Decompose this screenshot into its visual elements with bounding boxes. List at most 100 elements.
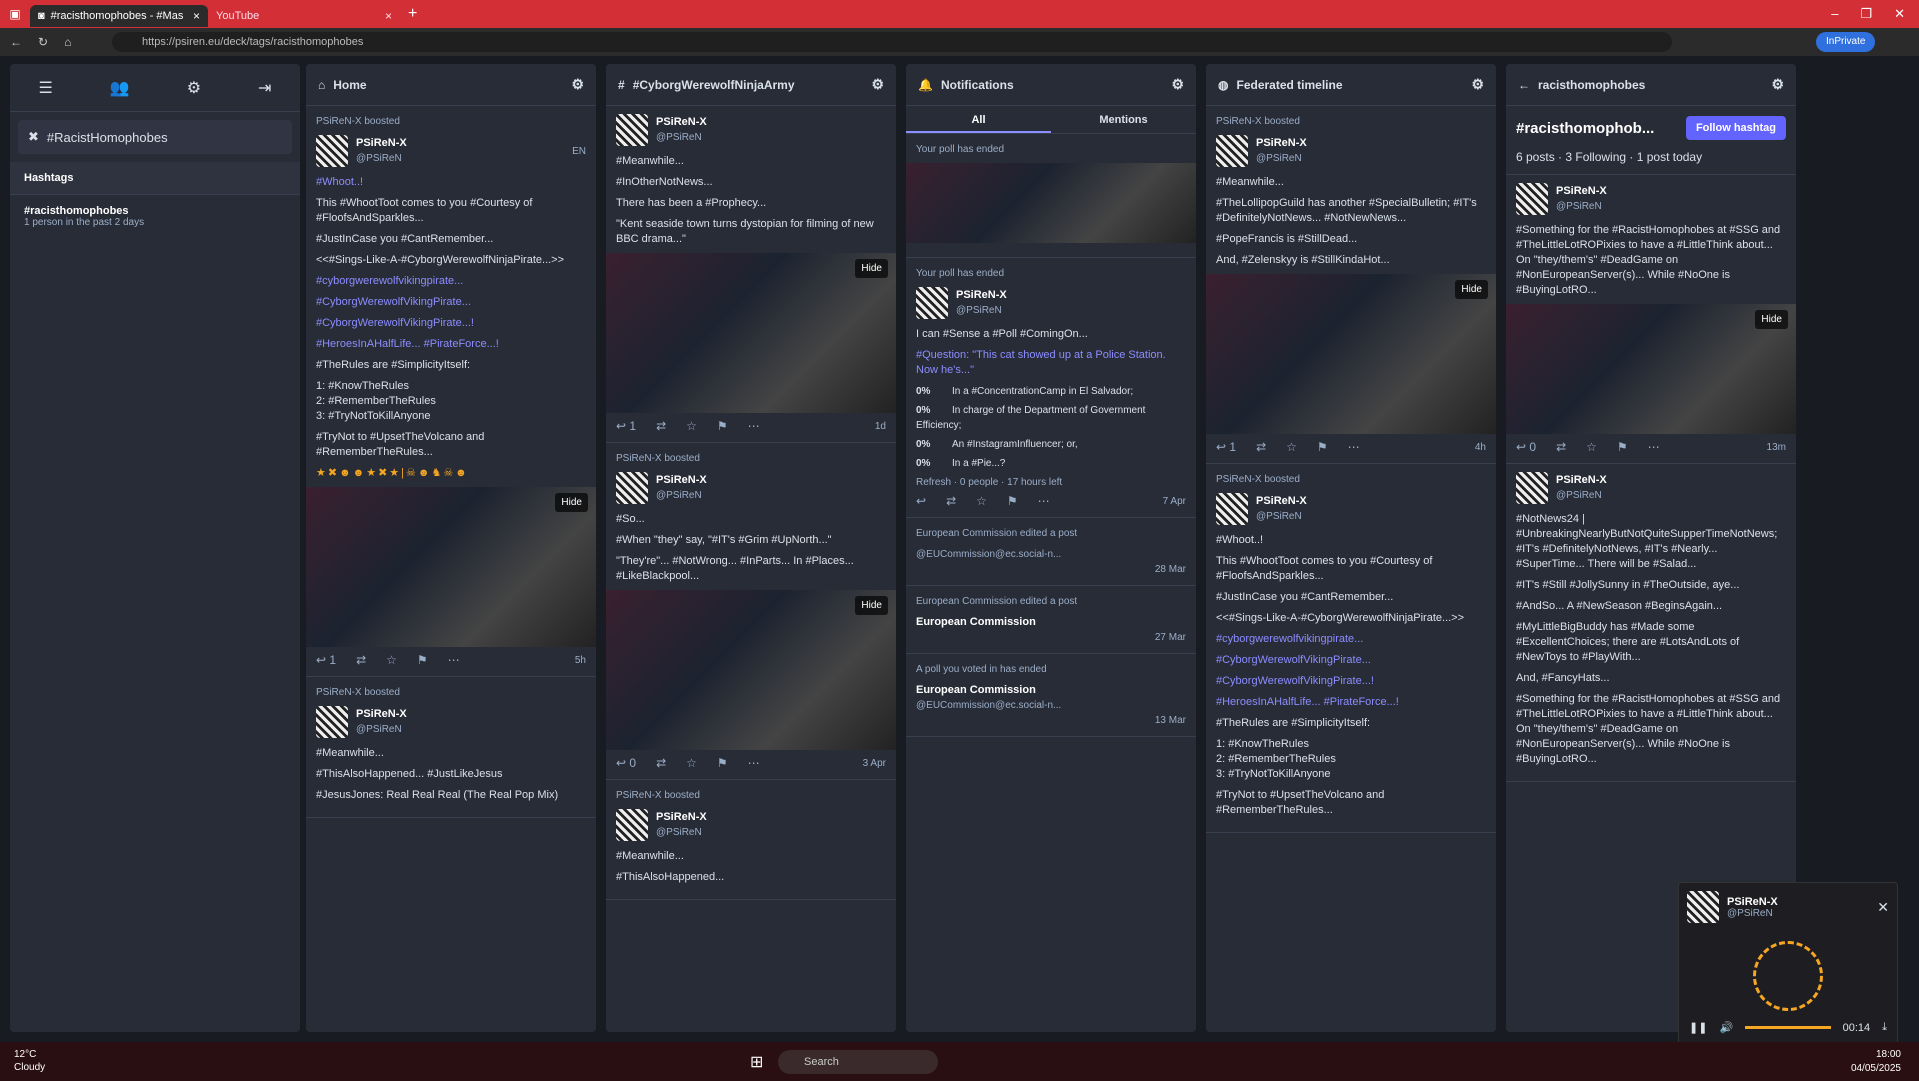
close-circle-icon[interactable]: ✖ xyxy=(28,129,39,145)
display-name[interactable]: PSiReN-X xyxy=(1727,896,1778,908)
back-icon[interactable]: ← xyxy=(10,35,22,49)
display-name[interactable]: PSiReN-X xyxy=(956,288,1007,303)
download-icon[interactable]: ⤓ xyxy=(1882,1021,1887,1034)
settings-sliders-icon[interactable]: ⚙ xyxy=(187,78,201,98)
post-time[interactable]: 13m xyxy=(1767,440,1786,455)
close-tab-icon[interactable]: × xyxy=(385,9,392,23)
reply-icon[interactable]: ↩ 1 xyxy=(1216,440,1236,455)
new-tab-button[interactable]: + xyxy=(400,5,425,23)
favourite-icon[interactable]: ☆ xyxy=(1586,440,1597,455)
more-icon[interactable]: ⋯ xyxy=(748,756,760,771)
boost-icon[interactable]: ⇄ xyxy=(656,756,666,771)
favourite-icon[interactable]: ☆ xyxy=(686,419,697,434)
favourite-icon[interactable]: ☆ xyxy=(686,756,697,771)
window-menu-icon[interactable]: ▣ xyxy=(0,7,30,21)
maximize-icon[interactable]: ❐ xyxy=(1860,6,1872,22)
gear-icon[interactable]: ⚙ xyxy=(1471,76,1484,93)
bookmark-icon[interactable]: ⚑ xyxy=(717,419,728,434)
taskbar-search[interactable]: Search xyxy=(778,1050,938,1074)
display-name[interactable]: PSiReN-X xyxy=(1256,494,1307,509)
tab-youtube[interactable]: YouTube × xyxy=(208,5,400,27)
logout-icon[interactable]: ⇥ xyxy=(258,78,271,98)
avatar[interactable] xyxy=(1216,135,1248,167)
bookmark-icon[interactable]: ⚑ xyxy=(1007,494,1018,509)
status-post[interactable]: PSiReN-X boosted PSiReN-X @PSiReN #Meanwh… xyxy=(306,677,596,818)
display-name[interactable]: European Commission xyxy=(916,683,1186,698)
bookmark-icon[interactable]: ⚑ xyxy=(417,653,428,668)
post-time[interactable]: 3 Apr xyxy=(863,756,886,771)
post-time[interactable]: 4h xyxy=(1475,440,1486,455)
status-post[interactable]: PSiReN-X boosted PSiReN-X @PSiReN #Meanwh… xyxy=(1206,106,1496,464)
display-name[interactable]: PSiReN-X xyxy=(356,707,407,722)
avatar[interactable] xyxy=(1516,183,1548,215)
status-post[interactable]: PSiReN-X boosted PSiReN-X @PSiReN #Whoot.… xyxy=(1206,464,1496,833)
more-icon[interactable]: ⋯ xyxy=(1348,440,1360,455)
media-gallery[interactable]: Hide xyxy=(1506,304,1796,434)
media-gallery[interactable]: Hide xyxy=(606,590,896,750)
volume-icon[interactable]: 🔊 xyxy=(1719,1021,1733,1034)
trending-tag[interactable]: #racisthomophobes 1 person in the past 2… xyxy=(10,195,300,238)
post-time[interactable]: 1d xyxy=(875,419,886,434)
reply-icon[interactable]: ↩ 0 xyxy=(616,756,636,771)
avatar[interactable] xyxy=(1516,472,1548,504)
menu-icon[interactable]: ☰ xyxy=(38,78,52,98)
favourite-icon[interactable]: ☆ xyxy=(386,653,397,668)
pause-icon[interactable]: ❚❚ xyxy=(1689,1021,1707,1034)
poll-footer[interactable]: Refresh · 0 people · 17 hours left xyxy=(916,475,1186,490)
gear-icon[interactable]: ⚙ xyxy=(871,76,884,93)
display-name[interactable]: PSiReN-X xyxy=(656,115,707,130)
progress-bar[interactable] xyxy=(1745,1026,1831,1029)
display-name[interactable]: PSiReN-X xyxy=(356,136,407,151)
post-time[interactable]: 13 Mar xyxy=(916,713,1186,728)
notification-item[interactable]: European Commission edited a post Europe… xyxy=(906,586,1196,654)
display-name[interactable]: PSiReN-X xyxy=(1556,184,1607,199)
hide-media-button[interactable]: Hide xyxy=(855,259,888,278)
bookmark-icon[interactable]: ⚑ xyxy=(1317,440,1328,455)
more-icon[interactable]: ⋯ xyxy=(1648,440,1660,455)
bookmark-icon[interactable]: ⚑ xyxy=(717,756,728,771)
status-post[interactable]: PSiReN-X @PSiReN #Meanwhile... #InOtherNo… xyxy=(606,106,896,443)
reply-icon[interactable]: ↩ 0 xyxy=(1516,440,1536,455)
boost-icon[interactable]: ⇄ xyxy=(356,653,366,668)
reload-icon[interactable]: ↻ xyxy=(38,35,48,49)
hide-media-button[interactable]: Hide xyxy=(1455,280,1488,299)
status-post[interactable]: PSiReN-X @PSiReN #NotNews24 | #Unbreaking… xyxy=(1506,464,1796,782)
status-post[interactable]: PSiReN-X boosted PSiReN-X @PSiReN #Meanwh… xyxy=(606,780,896,900)
more-icon[interactable]: ⋯ xyxy=(448,653,460,668)
display-name[interactable]: PSiReN-X xyxy=(656,473,707,488)
notification-item[interactable]: European Commission edited a post @EUCom… xyxy=(906,518,1196,586)
avatar[interactable] xyxy=(316,135,348,167)
close-icon[interactable]: ✕ xyxy=(1877,899,1889,916)
active-hashtag-item[interactable]: ✖ #RacistHomophobes xyxy=(18,120,292,154)
boost-icon[interactable]: ⇄ xyxy=(1256,440,1266,455)
status-post[interactable]: PSiReN-X boosted PSiReN-X @PSiReN EN #Whoo… xyxy=(306,106,596,677)
follow-hashtag-button[interactable]: Follow hashtag xyxy=(1685,116,1786,140)
poll-preview[interactable] xyxy=(906,163,1196,243)
tab-all[interactable]: All xyxy=(906,106,1051,133)
display-name[interactable]: PSiReN-X xyxy=(1556,473,1607,488)
notification-item[interactable]: Your poll has ended PSiReN-X @PSiReN I ca… xyxy=(906,258,1196,518)
tab-mastodon[interactable]: ◙ #racisthomophobes - #Mas × xyxy=(30,5,208,27)
avatar[interactable] xyxy=(316,706,348,738)
post-time[interactable]: 28 Mar xyxy=(916,562,1186,577)
boost-icon[interactable]: ⇄ xyxy=(946,494,956,509)
boost-icon[interactable]: ⇄ xyxy=(656,419,666,434)
display-name[interactable]: PSiReN-X xyxy=(1256,136,1307,151)
notification-item[interactable]: Your poll has ended xyxy=(906,134,1196,258)
hide-media-button[interactable]: Hide xyxy=(555,493,588,512)
favourite-icon[interactable]: ☆ xyxy=(1286,440,1297,455)
media-gallery[interactable]: Hide xyxy=(1206,274,1496,434)
notification-item[interactable]: A poll you voted in has ended European C… xyxy=(906,654,1196,737)
post-time[interactable]: 27 Mar xyxy=(916,630,1186,645)
close-window-icon[interactable]: ✕ xyxy=(1894,6,1905,22)
home-icon[interactable]: ⌂ xyxy=(64,35,71,49)
reply-icon[interactable]: ↩ xyxy=(916,494,926,509)
avatar[interactable] xyxy=(616,114,648,146)
reply-icon[interactable]: ↩ 1 xyxy=(316,653,336,668)
media-gallery[interactable]: Hide xyxy=(306,487,596,647)
bookmark-icon[interactable]: ⚑ xyxy=(1617,440,1628,455)
gear-icon[interactable]: ⚙ xyxy=(571,76,584,93)
minimize-icon[interactable]: – xyxy=(1831,6,1838,22)
avatar[interactable] xyxy=(1216,493,1248,525)
media-gallery[interactable]: Hide xyxy=(606,253,896,413)
